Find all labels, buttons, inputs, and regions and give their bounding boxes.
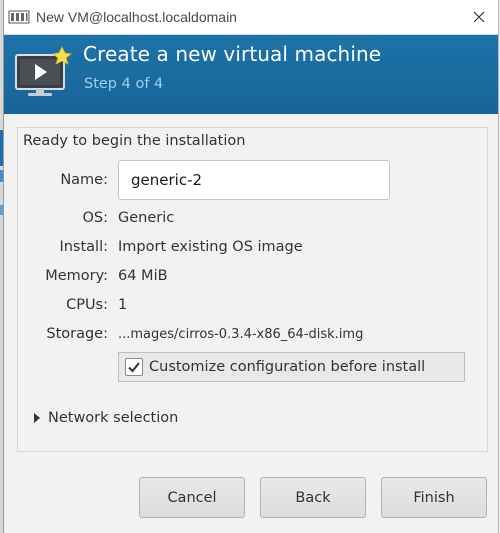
memory-value: 64 MiB — [118, 268, 168, 284]
expander-triangle-icon — [34, 413, 40, 423]
wizard-step-indicator: Step 4 of 4 — [84, 76, 164, 92]
cancel-button[interactable]: Cancel — [139, 477, 245, 518]
checkbox-box[interactable] — [125, 358, 143, 376]
checkmark-icon — [128, 362, 140, 373]
memory-label: Memory: — [45, 268, 108, 284]
network-selection-label: Network selection — [48, 410, 179, 426]
install-label: Install: — [59, 239, 108, 255]
network-selection-expander[interactable]: Network selection — [28, 410, 178, 426]
vm-name-input[interactable]: generic-2 — [118, 160, 390, 200]
close-icon — [473, 11, 485, 23]
wizard-header: Create a new virtual machine Step 4 of 4 — [4, 35, 498, 114]
new-vm-monitor-icon — [15, 46, 72, 96]
close-button[interactable] — [470, 8, 488, 26]
summary-heading: Ready to begin the installation — [23, 133, 246, 149]
storage-value: ...mages/cirros-0.3.4-x86_64-disk.img — [118, 327, 364, 342]
os-label: OS: — [82, 210, 108, 226]
customize-before-install-checkbox[interactable]: Customize configuration before install — [118, 352, 465, 382]
customize-label: Customize configuration before install — [149, 359, 426, 375]
cpus-value: 1 — [118, 297, 128, 313]
back-button[interactable]: Back — [260, 477, 366, 518]
os-value: Generic — [118, 210, 175, 226]
storage-label: Storage: — [46, 326, 108, 342]
cpus-label: CPUs: — [66, 297, 108, 313]
window-title: New VM@localhost.localdomain — [36, 9, 237, 25]
finish-button[interactable]: Finish — [381, 477, 487, 518]
name-label: Name: — [60, 172, 108, 188]
summary-panel: Ready to begin the installation Name: ge… — [17, 127, 488, 452]
install-value: Import existing OS image — [118, 239, 303, 255]
new-vm-dialog: New VM@localhost.localdomain Create a ne… — [3, 0, 499, 533]
virt-manager-app-icon — [8, 10, 30, 24]
title-bar[interactable]: New VM@localhost.localdomain — [4, 0, 498, 35]
wizard-title: Create a new virtual machine — [83, 42, 382, 66]
